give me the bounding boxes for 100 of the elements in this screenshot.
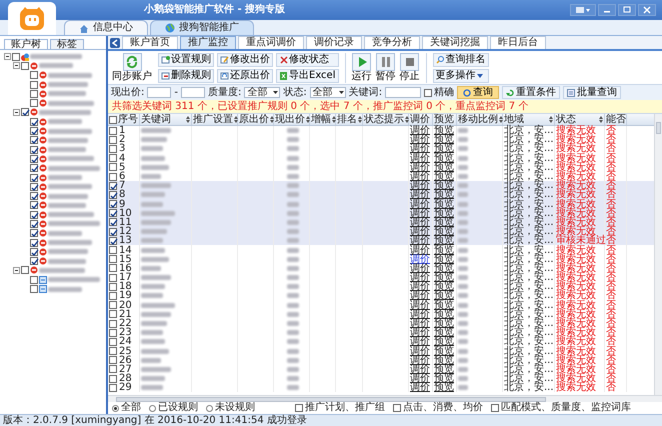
- collapse-icon[interactable]: [13, 266, 20, 274]
- column-header[interactable]: 能否: [606, 114, 626, 125]
- checkbox[interactable]: [30, 238, 38, 247]
- adjust-link[interactable]: 调价: [410, 300, 430, 310]
- checkbox[interactable]: [109, 190, 117, 199]
- input-field[interactable]: [180, 87, 205, 98]
- checkbox[interactable]: [30, 174, 38, 182]
- checkbox[interactable]: [109, 218, 117, 226]
- checkbox[interactable]: [30, 276, 38, 284]
- checkbox[interactable]: [21, 266, 29, 274]
- checkbox[interactable]: [109, 338, 117, 346]
- preview-link[interactable]: 预览: [434, 300, 454, 310]
- adjust-link[interactable]: 调价: [410, 200, 430, 209]
- checkbox[interactable]: [30, 118, 38, 126]
- column-header[interactable]: 预览: [434, 114, 456, 125]
- menu-button[interactable]: [570, 4, 596, 16]
- checkbox[interactable]: [30, 201, 38, 210]
- checkbox[interactable]: [109, 384, 117, 392]
- adjust-link[interactable]: 调价: [410, 126, 430, 136]
- checkbox[interactable]: [393, 404, 401, 412]
- checkbox[interactable]: [109, 182, 117, 190]
- input-field[interactable]: [147, 87, 172, 98]
- adjust-link[interactable]: 调价: [410, 346, 430, 356]
- checkbox[interactable]: [295, 404, 303, 412]
- preview-link[interactable]: 预览: [434, 246, 454, 255]
- checkbox[interactable]: [109, 136, 117, 144]
- more-actions-button[interactable]: 更多操作: [432, 68, 488, 82]
- column-header[interactable]: 排名: [337, 114, 357, 125]
- query-button[interactable]: 查询: [457, 86, 500, 99]
- checkbox[interactable]: [109, 209, 117, 218]
- checkbox[interactable]: [109, 365, 117, 374]
- checkbox[interactable]: [30, 71, 38, 80]
- dropdown[interactable]: 全部: [310, 87, 346, 98]
- tab[interactable]: 推广监控: [180, 36, 236, 49]
- column-header[interactable]: 移动比例: [458, 114, 498, 125]
- back-button[interactable]: [110, 38, 120, 48]
- checkbox[interactable]: [30, 80, 38, 89]
- checkbox[interactable]: [109, 144, 117, 153]
- collapse-icon[interactable]: [4, 53, 11, 60]
- tab[interactable]: 调价记录: [306, 36, 362, 49]
- checkbox[interactable]: [109, 264, 117, 272]
- checkbox[interactable]: [491, 404, 499, 412]
- tab[interactable]: 竞争分析: [364, 36, 420, 49]
- column-header[interactable]: 现出价: [275, 114, 305, 125]
- checkbox[interactable]: [21, 62, 29, 70]
- radio-button[interactable]: [149, 404, 156, 412]
- batch-query-button[interactable]: 批量查询: [563, 86, 622, 99]
- checkbox[interactable]: [30, 99, 38, 108]
- checkbox[interactable]: [30, 192, 38, 200]
- checkbox[interactable]: [424, 88, 432, 96]
- checkbox[interactable]: [109, 356, 117, 364]
- toolbar-button[interactable]: 设置规则: [158, 52, 214, 66]
- close-button[interactable]: [638, 4, 656, 16]
- checkbox[interactable]: [30, 229, 38, 238]
- horizontal-scrollbar[interactable]: [108, 395, 662, 402]
- preview-link[interactable]: 预览: [434, 126, 454, 136]
- radio-button[interactable]: [112, 404, 119, 412]
- tab[interactable]: 重点词调价: [238, 36, 304, 49]
- input-field[interactable]: [385, 87, 422, 98]
- checkbox[interactable]: [109, 374, 117, 383]
- checkbox[interactable]: [30, 257, 38, 266]
- checkbox[interactable]: [109, 320, 117, 328]
- checkbox[interactable]: [12, 52, 20, 61]
- checkbox[interactable]: [30, 210, 38, 219]
- preview-link[interactable]: 预览: [434, 200, 454, 209]
- toolbar-button[interactable]: 修改状态: [276, 52, 338, 66]
- dropdown[interactable]: 全部: [244, 87, 280, 98]
- sidebar-tab[interactable]: 标签: [50, 39, 84, 49]
- checkbox[interactable]: [30, 220, 38, 228]
- tab[interactable]: 关键词挖掘: [422, 36, 488, 49]
- toolbar-button[interactable]: 导出Excel: [276, 68, 338, 82]
- radio-button[interactable]: [206, 404, 213, 412]
- app-tab[interactable]: 搜狗智能推广: [150, 20, 254, 35]
- checkbox[interactable]: [30, 136, 38, 144]
- checkbox[interactable]: [30, 127, 38, 136]
- adjust-link[interactable]: 调价: [410, 246, 430, 255]
- column-header[interactable]: 增幅: [311, 114, 331, 125]
- adjust-link[interactable]: 调价: [410, 254, 430, 264]
- reset-button[interactable]: 重置条件: [502, 86, 560, 99]
- preview-link[interactable]: 预览: [434, 154, 454, 163]
- checkbox[interactable]: [30, 164, 38, 172]
- column-header[interactable]: 状态提示: [364, 114, 404, 125]
- app-tab[interactable]: 信息中心: [64, 20, 148, 35]
- checkbox[interactable]: [109, 126, 117, 135]
- tab[interactable]: 昨日后台: [490, 36, 546, 49]
- adjust-link[interactable]: 调价: [410, 264, 430, 273]
- checkbox[interactable]: [109, 328, 117, 337]
- checkbox[interactable]: [21, 108, 29, 116]
- vertical-scrollbar[interactable]: [654, 114, 662, 395]
- sync-button[interactable]: 同步账户: [112, 53, 152, 82]
- checkbox[interactable]: [30, 154, 38, 163]
- checkbox[interactable]: [109, 274, 117, 282]
- sidebar-tab[interactable]: 账户树: [4, 39, 48, 49]
- checkbox[interactable]: [109, 116, 117, 124]
- checkbox[interactable]: [109, 310, 117, 318]
- checkbox[interactable]: [109, 282, 117, 291]
- checkbox[interactable]: [109, 163, 117, 172]
- checkbox[interactable]: [30, 90, 38, 98]
- checkbox[interactable]: [30, 146, 38, 154]
- adjust-link[interactable]: 调价: [410, 154, 430, 163]
